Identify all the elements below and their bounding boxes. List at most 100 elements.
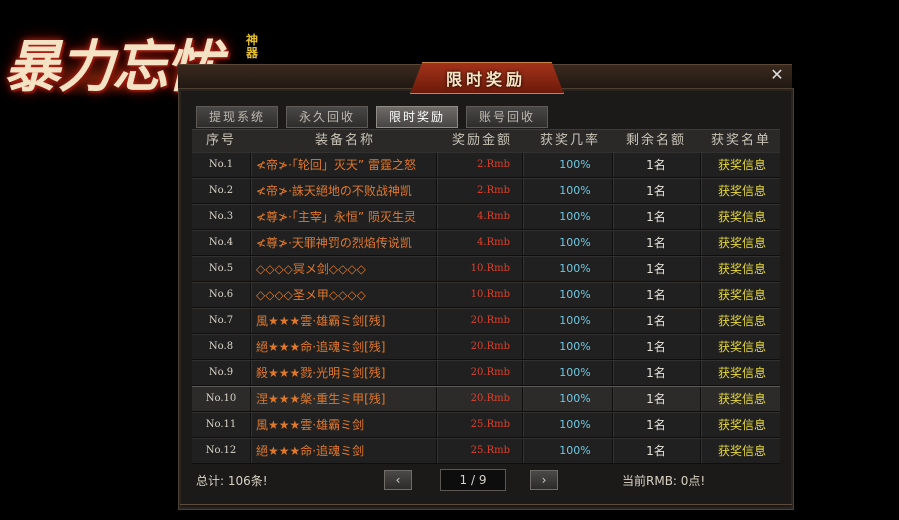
win-rate: 100% <box>559 158 591 171</box>
column-divider <box>700 153 701 177</box>
row-number: No.1 <box>208 159 234 170</box>
column-divider <box>522 387 523 411</box>
column-divider <box>250 309 251 333</box>
table-row: No.9 殺★★★戮·光明ミ剑[残] 20.Rmb 100% 1名 获奖信息 <box>192 360 780 386</box>
column-divider <box>700 335 701 359</box>
win-rate: 100% <box>559 184 591 197</box>
remaining-slots: 1名 <box>646 262 666 276</box>
tab-1[interactable]: 永久回收 <box>286 106 368 128</box>
total-count: 总计: 106条! <box>196 474 268 488</box>
column-divider <box>250 439 251 463</box>
table-row: No.1 ≮帝≯·「轮回」灭天” 雷霆之怒 2.Rmb 100% 1名 获奖信息 <box>192 152 780 178</box>
table-row: No.12 絕★★★命·追魂ミ剑 25.Rmb 100% 1名 获奖信息 <box>192 438 780 464</box>
column-divider <box>700 205 701 229</box>
row-number: No.2 <box>208 185 234 196</box>
reward-amount: 25.Rmb <box>470 445 510 456</box>
row-number: No.9 <box>208 367 234 378</box>
table-row: No.6 ◇◇◇◇圣メ甲◇◇◇◇ 10.Rmb 100% 1名 获奖信息 <box>192 282 780 308</box>
item-name: ◇◇◇◇冥メ剑◇◇◇◇ <box>256 262 366 276</box>
reward-amount: 10.Rmb <box>470 289 510 300</box>
header-seq: 序号 <box>205 133 236 148</box>
winners-info-link[interactable]: 获奖信息 <box>702 257 782 281</box>
column-divider <box>436 361 437 385</box>
column-divider <box>436 335 437 359</box>
header-amount: 奖励金额 <box>451 133 512 148</box>
reward-amount: 4.Rmb <box>477 211 510 222</box>
column-divider <box>436 205 437 229</box>
column-divider <box>250 387 251 411</box>
table-row: No.10 涅★★★槃·重生ミ甲[残] 20.Rmb 100% 1名 获奖信息 <box>192 386 780 412</box>
prev-page-button[interactable]: ‹ <box>384 470 412 490</box>
header-remaining: 剩余名额 <box>625 133 686 148</box>
winners-info-link[interactable]: 获奖信息 <box>702 179 782 203</box>
item-name: ≮帝≯·「轮回」灭天” 雷霆之怒 <box>256 158 416 172</box>
win-rate: 100% <box>559 392 591 405</box>
row-number: No.11 <box>205 419 237 430</box>
close-button[interactable]: ✕ <box>766 66 788 84</box>
remaining-slots: 1名 <box>646 314 666 328</box>
column-divider <box>700 361 701 385</box>
winners-info-link[interactable]: 获奖信息 <box>702 309 782 333</box>
tab-0[interactable]: 提现系统 <box>196 106 278 128</box>
item-name: 涅★★★槃·重生ミ甲[残] <box>256 392 386 406</box>
column-divider <box>250 153 251 177</box>
column-divider <box>700 387 701 411</box>
column-divider <box>436 283 437 307</box>
winners-info-link[interactable]: 获奖信息 <box>702 387 782 411</box>
column-divider <box>700 413 701 437</box>
table-row: No.11 風★★★雲·雄霸ミ剑 25.Rmb 100% 1名 获奖信息 <box>192 412 780 438</box>
row-number: No.4 <box>208 237 234 248</box>
reward-amount: 4.Rmb <box>477 237 510 248</box>
win-rate: 100% <box>559 210 591 223</box>
column-divider <box>250 231 251 255</box>
winners-info-link[interactable]: 获奖信息 <box>702 231 782 255</box>
win-rate: 100% <box>559 340 591 353</box>
winners-info-link[interactable]: 获奖信息 <box>702 153 782 177</box>
column-divider <box>700 439 701 463</box>
column-divider <box>522 361 523 385</box>
column-divider <box>250 205 251 229</box>
tab-3[interactable]: 账号回收 <box>466 106 548 128</box>
row-number: No.12 <box>205 445 237 456</box>
row-number: No.8 <box>208 341 234 352</box>
column-divider <box>436 413 437 437</box>
window-bottom-border <box>180 504 792 505</box>
table-row: No.4 ≮尊≯·天罪神罚の烈焰传说凯 4.Rmb 100% 1名 获奖信息 <box>192 230 780 256</box>
column-divider <box>250 283 251 307</box>
header-rate: 获奖几率 <box>539 133 600 148</box>
column-divider <box>250 361 251 385</box>
tab-2[interactable]: 限时奖励 <box>376 106 458 128</box>
reward-amount: 10.Rmb <box>470 263 510 274</box>
winners-info-link[interactable]: 获奖信息 <box>702 205 782 229</box>
column-divider <box>522 153 523 177</box>
logo-sub-text: 神器 <box>245 33 258 60</box>
winners-info-link[interactable]: 获奖信息 <box>702 361 782 385</box>
column-divider <box>522 205 523 229</box>
column-divider <box>522 335 523 359</box>
remaining-slots: 1名 <box>646 158 666 172</box>
reward-amount: 2.Rmb <box>477 185 510 196</box>
column-divider <box>522 439 523 463</box>
column-divider <box>436 153 437 177</box>
header-item-name: 装备名称 <box>314 133 375 148</box>
winners-info-link[interactable]: 获奖信息 <box>702 439 782 463</box>
reward-amount: 2.Rmb <box>477 159 510 170</box>
winners-info-link[interactable]: 获奖信息 <box>702 413 782 437</box>
row-number: No.6 <box>208 289 234 300</box>
column-divider <box>522 179 523 203</box>
winners-info-link[interactable]: 获奖信息 <box>702 335 782 359</box>
row-number: No.3 <box>208 211 234 222</box>
column-divider <box>700 257 701 281</box>
table-row: No.5 ◇◇◇◇冥メ剑◇◇◇◇ 10.Rmb 100% 1名 获奖信息 <box>192 256 780 282</box>
item-name: 絕★★★命·追魂ミ剑[残] <box>256 340 386 354</box>
remaining-slots: 1名 <box>646 444 666 458</box>
next-page-button[interactable]: › <box>530 470 558 490</box>
column-divider <box>250 413 251 437</box>
remaining-slots: 1名 <box>646 288 666 302</box>
window-title: 限时奖励 <box>445 70 526 89</box>
winners-info-link[interactable]: 获奖信息 <box>702 283 782 307</box>
column-divider <box>522 257 523 281</box>
remaining-slots: 1名 <box>646 210 666 224</box>
row-number: No.7 <box>208 315 234 326</box>
win-rate: 100% <box>559 444 591 457</box>
